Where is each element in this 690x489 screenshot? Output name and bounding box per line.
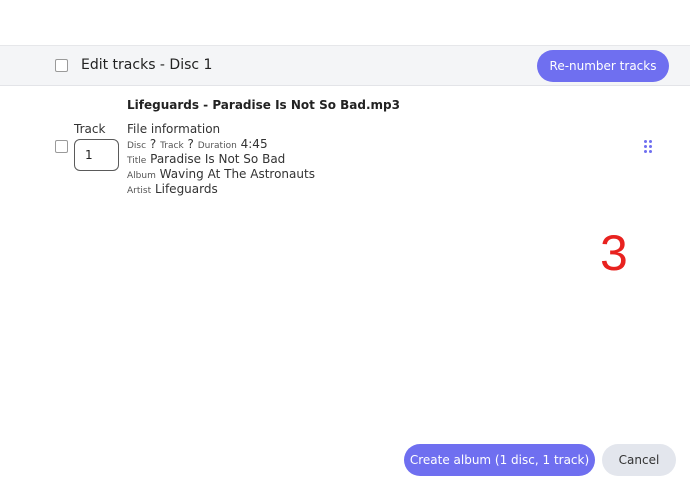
- select-all-checkbox[interactable]: [55, 59, 68, 72]
- duration-key: Duration: [197, 141, 237, 151]
- create-album-button[interactable]: Create album (1 disc, 1 track): [404, 444, 595, 476]
- renumber-tracks-button[interactable]: Re-number tracks: [537, 50, 669, 82]
- file-info-title: Title Paradise Is Not So Bad: [127, 152, 285, 166]
- file-information-heading: File information: [127, 122, 221, 136]
- artist-value: Lifeguards: [154, 182, 218, 196]
- artist-key: Artist: [127, 186, 152, 196]
- file-info-disc-track-duration: Disc ? Track ? Duration 4:45: [127, 137, 268, 151]
- track-num-value: ?: [187, 137, 194, 151]
- file-info-artist: Artist Lifeguards: [127, 182, 218, 196]
- track-file-name: Lifeguards - Paradise Is Not So Bad.mp3: [127, 98, 400, 112]
- album-value: Waving At The Astronauts: [159, 167, 315, 181]
- disc-value: ?: [149, 137, 157, 151]
- track-row-checkbox[interactable]: [55, 140, 68, 153]
- album-key: Album: [127, 171, 156, 181]
- track-key: Track: [160, 141, 184, 151]
- cancel-button[interactable]: Cancel: [602, 444, 676, 476]
- disc-key: Disc: [127, 141, 147, 151]
- title-value: Paradise Is Not So Bad: [150, 152, 286, 166]
- header-gutter: [0, 46, 42, 86]
- overlay-step-number: 3: [600, 225, 628, 281]
- track-number-label: Track: [74, 122, 106, 136]
- duration-value: 4:45: [240, 137, 268, 151]
- drag-handle-icon[interactable]: [644, 140, 654, 154]
- header-title: Edit tracks - Disc 1: [81, 57, 213, 73]
- track-number-input[interactable]: [74, 139, 119, 171]
- title-key: Title: [127, 156, 147, 166]
- file-info-album: Album Waving At The Astronauts: [127, 167, 315, 181]
